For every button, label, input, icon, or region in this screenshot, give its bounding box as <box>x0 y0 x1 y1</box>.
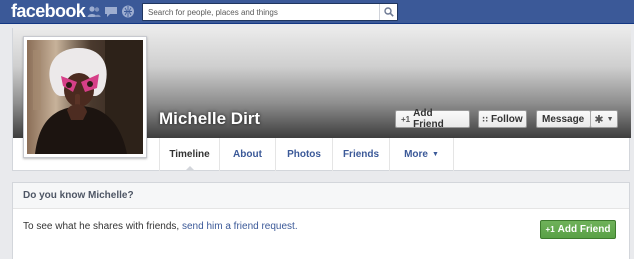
friend-request-prompt: To see what he shares with friends, send… <box>23 221 298 232</box>
search-icon <box>384 7 394 17</box>
add-friend-icon: +1 <box>401 114 411 124</box>
follow-label: Follow <box>490 113 523 125</box>
profile-picture[interactable] <box>23 36 147 158</box>
tab-timeline-label: Timeline <box>169 149 210 160</box>
chevron-down-icon: ▼ <box>431 151 439 158</box>
do-you-know-title: Do you know Michelle? <box>13 183 629 209</box>
message-button[interactable]: Message <box>536 110 591 128</box>
options-menu-button[interactable]: ✱ ▼ <box>590 110 618 128</box>
add-friend-icon: +1 <box>545 225 555 234</box>
tab-more-label: More <box>404 149 428 160</box>
facebook-logo[interactable]: facebook <box>11 1 86 22</box>
tab-more[interactable]: More ▼ <box>390 138 454 171</box>
search-input[interactable] <box>143 4 379 20</box>
send-friend-request-link[interactable]: send him a friend request. <box>182 221 298 232</box>
add-friend-label: Add Friend <box>413 108 444 130</box>
chevron-down-icon: ▼ <box>606 115 614 123</box>
add-friend-button[interactable]: +1 Add Friend <box>395 108 470 130</box>
friends-icon[interactable] <box>87 5 101 18</box>
follow-button[interactable]: ∷ Follow <box>478 110 527 128</box>
gear-icon: ✱ <box>594 113 604 126</box>
rss-icon: ∷ <box>482 114 488 124</box>
profile-header-card: Michelle Dirt +1 Add Friend ∷ Follow Mes… <box>12 28 631 171</box>
message-label: Message <box>542 113 585 125</box>
search-button[interactable] <box>379 4 397 20</box>
prompt-text: To see what he shares with friends, <box>23 221 182 232</box>
tab-photos[interactable]: Photos <box>276 138 333 171</box>
profile-tabs: Timeline About Photos Friends More ▼ <box>159 138 454 171</box>
tab-friends-label: Friends <box>342 149 380 160</box>
do-you-know-box: Do you know Michelle? To see what he sha… <box>12 182 630 259</box>
tab-about-label: About <box>233 149 262 160</box>
tab-about[interactable]: About <box>220 138 276 171</box>
add-friend-green-label: Add Friend <box>557 224 611 235</box>
tab-friends[interactable]: Friends <box>333 138 390 171</box>
tab-timeline[interactable]: Timeline <box>159 138 220 171</box>
tab-photos-label: Photos <box>287 149 321 160</box>
profile-photo-image <box>27 40 143 154</box>
top-navigation-bar: facebook <box>0 0 634 24</box>
messages-icon[interactable] <box>104 5 118 18</box>
search-box <box>142 3 398 21</box>
add-friend-green-button[interactable]: +1 Add Friend <box>540 220 616 239</box>
profile-name[interactable]: Michelle Dirt <box>159 109 260 129</box>
notifications-icon[interactable] <box>121 5 135 18</box>
